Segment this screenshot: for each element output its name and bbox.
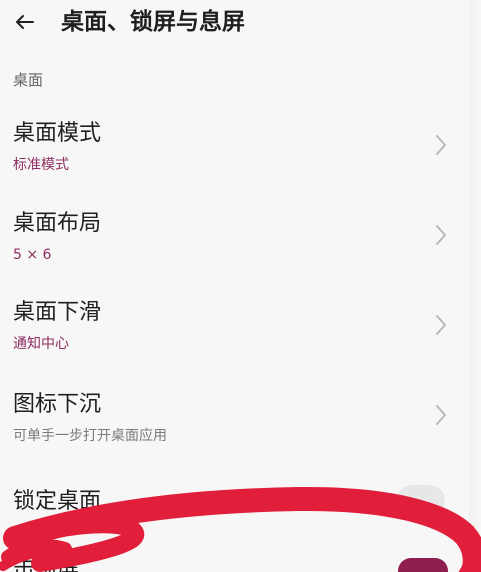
desktop-swipe-item[interactable]: 桌面下滑 通知中心 xyxy=(0,297,481,379)
icon-sink-item[interactable]: 图标下沉 可单手一步打开桌面应用 xyxy=(0,389,481,471)
section-title: 桌面 xyxy=(13,71,44,89)
double-tap-lock-title: 击锁屏 xyxy=(13,557,80,572)
lock-desktop-title: 锁定桌面 xyxy=(13,489,102,514)
desktop-layout-value: 5 × 6 xyxy=(13,247,52,263)
arrow-left-icon xyxy=(16,15,34,29)
back-button[interactable] xyxy=(8,5,42,39)
settings-page: 桌面、锁屏与息屏 桌面 桌面模式 标准模式 桌面布局 5 × 6 桌面下滑 通知… xyxy=(0,0,481,572)
desktop-mode-title: 桌面模式 xyxy=(13,121,102,146)
desktop-mode-value: 标准模式 xyxy=(13,157,69,173)
lock-desktop-toggle[interactable] xyxy=(397,485,445,515)
icon-sink-description: 可单手一步打开桌面应用 xyxy=(13,428,167,444)
desktop-swipe-value: 通知中心 xyxy=(13,336,69,352)
icon-sink-title: 图标下沉 xyxy=(13,392,102,417)
desktop-swipe-title: 桌面下滑 xyxy=(13,300,102,325)
chevron-right-icon xyxy=(436,135,446,155)
chevron-right-icon xyxy=(436,315,446,335)
desktop-mode-item[interactable]: 桌面模式 标准模式 xyxy=(0,118,481,200)
page-title: 桌面、锁屏与息屏 xyxy=(61,9,245,35)
chevron-right-icon xyxy=(436,405,446,425)
desktop-layout-title: 桌面布局 xyxy=(13,211,102,236)
desktop-layout-item[interactable]: 桌面布局 5 × 6 xyxy=(0,208,481,290)
top-bar: 桌面、锁屏与息屏 xyxy=(0,0,481,44)
chevron-right-icon xyxy=(436,225,446,245)
double-tap-lock-toggle[interactable] xyxy=(398,558,448,572)
